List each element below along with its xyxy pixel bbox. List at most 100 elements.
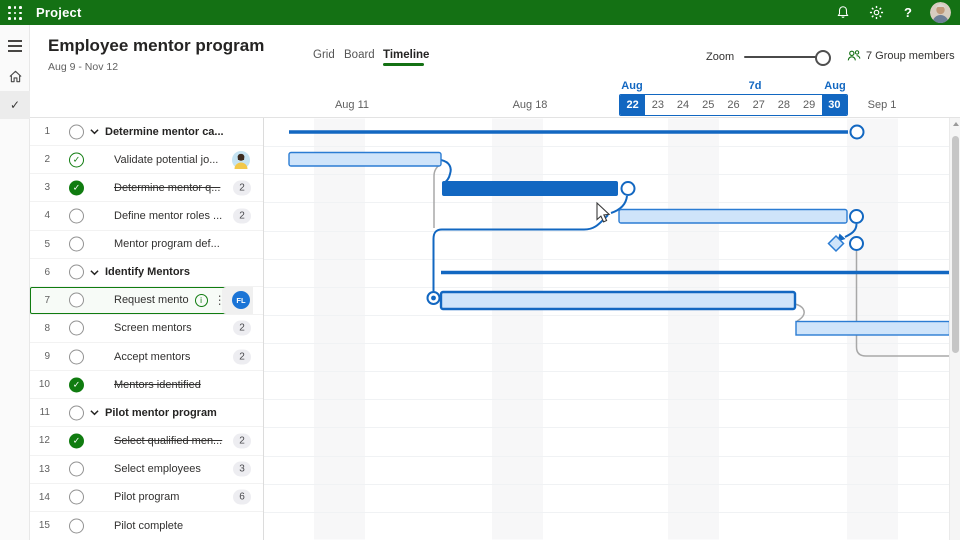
task-number: 6	[30, 259, 50, 286]
bell-icon[interactable]	[834, 3, 852, 21]
task-name[interactable]: Mentors identified	[114, 379, 201, 391]
task-complete-toggle[interactable]: ✓	[69, 180, 84, 195]
task-row[interactable]: 12 ✓ Select qualified men... i ⋮ 2	[30, 427, 263, 455]
gear-icon[interactable]	[867, 3, 885, 21]
task-number: 7	[30, 287, 50, 314]
task-number: 15	[30, 512, 50, 540]
list-chart-divider[interactable]	[263, 118, 264, 540]
task-complete-toggle[interactable]: ✓	[69, 152, 84, 167]
home-icon[interactable]	[0, 62, 30, 90]
app-title: Project	[36, 5, 81, 20]
task-name[interactable]: Mentor program def...	[114, 238, 220, 250]
task-name[interactable]: Request mento	[114, 294, 189, 306]
task-number: 2	[30, 146, 50, 173]
page-title: Employee mentor program	[48, 36, 264, 56]
task-complete-toggle[interactable]: ✓	[69, 433, 84, 448]
task-name[interactable]: Pilot complete	[114, 520, 183, 532]
assignee-avatar[interactable]	[232, 151, 250, 169]
dependency-arrow	[838, 234, 846, 242]
task-name[interactable]: Screen mentors	[114, 322, 192, 334]
task-complete-toggle[interactable]: ✓	[69, 349, 84, 364]
task-number: 10	[30, 371, 50, 398]
task-number: 13	[30, 456, 50, 483]
task-name[interactable]: Select employees	[114, 463, 201, 475]
task-name[interactable]: Select qualified men...	[114, 435, 222, 447]
task-name[interactable]: Identify Mentors	[105, 266, 190, 278]
day-cell[interactable]: 27	[746, 95, 771, 115]
info-icon[interactable]: i	[195, 294, 208, 307]
day-cell[interactable]: 26	[721, 95, 746, 115]
task-end-handle	[622, 182, 635, 195]
assignee-avatar[interactable]: FL	[232, 291, 250, 309]
group-members-label: 7 Group members	[866, 50, 955, 62]
chevron-down-icon[interactable]	[90, 408, 99, 417]
task-bar	[796, 322, 950, 336]
task-number: 4	[30, 202, 50, 229]
task-number: 5	[30, 231, 50, 258]
task-row[interactable]: 7 ✓ Request mento i ⋮ FL	[30, 287, 263, 315]
task-name[interactable]: Define mentor roles ...	[114, 210, 222, 222]
task-row[interactable]: 5 ✓ Mentor program def... i ⋮	[30, 231, 263, 259]
task-row[interactable]: 1 ✓ Determine mentor ca... i ⋮	[30, 118, 263, 146]
task-row[interactable]: 4 ✓ Define mentor roles ... i ⋮ 2	[30, 202, 263, 230]
assignee-count-badge: 3	[233, 462, 251, 477]
tasks-check-icon[interactable]: ✓	[0, 91, 30, 119]
task-row[interactable]: 2 ✓ Validate potential jo... i ⋮	[30, 146, 263, 174]
task-complete-toggle[interactable]: ✓	[69, 518, 84, 533]
day-cell[interactable]: 29	[797, 95, 822, 115]
chevron-down-icon[interactable]	[90, 127, 99, 136]
hamburger-menu-icon[interactable]	[0, 32, 30, 60]
task-name[interactable]: Pilot mentor program	[105, 407, 217, 419]
scrollbar-up-arrow-icon[interactable]	[953, 122, 959, 126]
task-complete-toggle[interactable]: ✓	[69, 462, 84, 477]
task-complete-toggle[interactable]: ✓	[69, 321, 84, 336]
day-cell[interactable]: 28	[771, 95, 796, 115]
task-name[interactable]: Determine mentor ca...	[105, 126, 224, 138]
task-complete-toggle[interactable]: ✓	[69, 377, 84, 392]
task-complete-toggle[interactable]: ✓	[69, 237, 84, 252]
task-row[interactable]: 14 ✓ Pilot program i ⋮ 6	[30, 484, 263, 512]
chevron-down-icon[interactable]	[90, 268, 99, 277]
zoom-slider-knob[interactable]	[815, 50, 831, 66]
week-label: Aug 18	[513, 99, 548, 111]
selected-date-range[interactable]: 222324252627282930	[619, 94, 848, 116]
day-cell[interactable]: 24	[670, 95, 695, 115]
task-complete-toggle[interactable]: ✓	[69, 124, 84, 139]
task-row[interactable]: 15 ✓ Pilot complete i ⋮	[30, 512, 263, 540]
task-name[interactable]: Validate potential jo...	[114, 154, 218, 166]
task-row[interactable]: 6 ✓ Identify Mentors i ⋮	[30, 259, 263, 287]
task-row[interactable]: 8 ✓ Screen mentors i ⋮ 2	[30, 315, 263, 343]
task-row[interactable]: 10 ✓ Mentors identified i ⋮	[30, 371, 263, 399]
tab-board[interactable]: Board	[344, 49, 375, 61]
task-complete-toggle[interactable]: ✓	[69, 265, 84, 280]
task-name[interactable]: Pilot program	[114, 491, 179, 503]
task-name[interactable]: Determine mentor q...	[114, 182, 220, 194]
user-avatar[interactable]	[930, 2, 951, 23]
group-members-button[interactable]: 7 Group members	[847, 49, 955, 62]
task-complete-toggle[interactable]: ✓	[69, 208, 84, 223]
tab-grid[interactable]: Grid	[313, 49, 335, 61]
task-complete-toggle[interactable]: ✓	[69, 293, 84, 308]
task-end-handle	[850, 237, 863, 250]
chart-scrollbar[interactable]	[949, 118, 960, 540]
dependency-connector	[857, 251, 950, 356]
task-row[interactable]: 9 ✓ Accept mentors i ⋮ 2	[30, 343, 263, 371]
range-start-month: Aug	[621, 80, 642, 92]
task-complete-toggle[interactable]: ✓	[69, 405, 84, 420]
task-complete-toggle[interactable]: ✓	[69, 490, 84, 505]
task-row[interactable]: 13 ✓ Select employees i ⋮ 3	[30, 456, 263, 484]
assignee-count-badge: 2	[233, 208, 251, 223]
help-icon[interactable]: ?	[899, 3, 917, 21]
dependency-connector	[434, 164, 441, 228]
app-launcher-waffle-icon[interactable]	[8, 6, 22, 20]
task-bar	[441, 292, 795, 309]
day-cell[interactable]: 25	[696, 95, 721, 115]
day-cell[interactable]: 23	[645, 95, 670, 115]
task-row[interactable]: 11 ✓ Pilot mentor program i ⋮	[30, 399, 263, 427]
task-name[interactable]: Accept mentors	[114, 351, 190, 363]
scrollbar-thumb[interactable]	[952, 136, 959, 353]
tab-timeline[interactable]: Timeline	[383, 49, 429, 61]
task-row[interactable]: 3 ✓ Determine mentor q... i ⋮ 2	[30, 174, 263, 202]
day-cell[interactable]: 30	[822, 95, 847, 115]
day-cell[interactable]: 22	[620, 95, 645, 115]
